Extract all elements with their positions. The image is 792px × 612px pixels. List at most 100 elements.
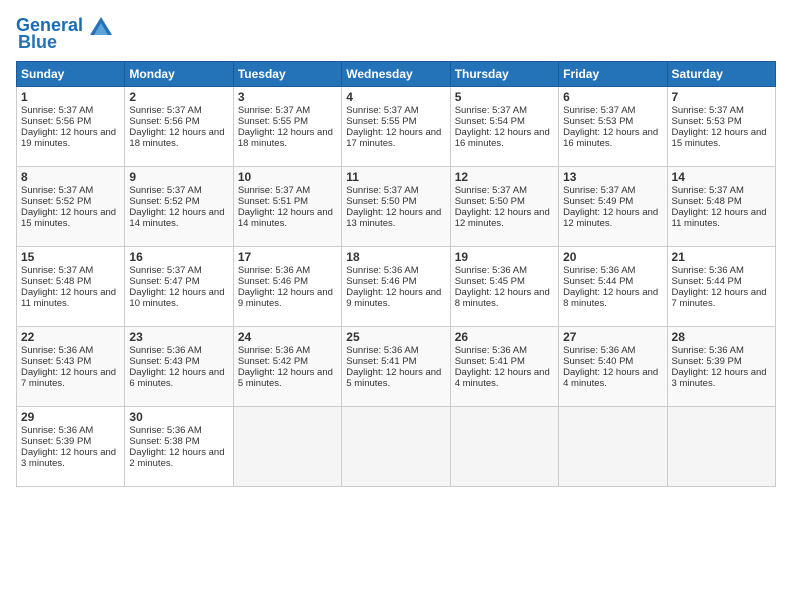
day-number: 29 bbox=[21, 410, 120, 424]
sunrise-text: Sunrise: 5:36 AM bbox=[129, 425, 201, 436]
calendar-cell: 29Sunrise: 5:36 AMSunset: 5:39 PMDayligh… bbox=[17, 406, 125, 486]
day-number: 1 bbox=[21, 90, 120, 104]
calendar-cell: 10Sunrise: 5:37 AMSunset: 5:51 PMDayligh… bbox=[233, 166, 341, 246]
day-number: 17 bbox=[238, 250, 337, 264]
daylight-text: Daylight: 12 hours and 12 minutes. bbox=[563, 207, 658, 229]
sunset-text: Sunset: 5:40 PM bbox=[563, 356, 633, 367]
sunset-text: Sunset: 5:50 PM bbox=[346, 196, 416, 207]
calendar-cell: 4Sunrise: 5:37 AMSunset: 5:55 PMDaylight… bbox=[342, 86, 450, 166]
sunrise-text: Sunrise: 5:37 AM bbox=[21, 185, 93, 196]
sunrise-text: Sunrise: 5:36 AM bbox=[672, 265, 744, 276]
sunset-text: Sunset: 5:46 PM bbox=[238, 276, 308, 287]
daylight-text: Daylight: 12 hours and 15 minutes. bbox=[21, 207, 116, 229]
calendar-week-3: 15Sunrise: 5:37 AMSunset: 5:48 PMDayligh… bbox=[17, 246, 776, 326]
calendar-cell: 27Sunrise: 5:36 AMSunset: 5:40 PMDayligh… bbox=[559, 326, 667, 406]
day-number: 12 bbox=[455, 170, 554, 184]
sunrise-text: Sunrise: 5:37 AM bbox=[563, 185, 635, 196]
daylight-text: Daylight: 12 hours and 12 minutes. bbox=[455, 207, 550, 229]
sunrise-text: Sunrise: 5:37 AM bbox=[672, 105, 744, 116]
daylight-text: Daylight: 12 hours and 5 minutes. bbox=[346, 367, 441, 389]
sunset-text: Sunset: 5:51 PM bbox=[238, 196, 308, 207]
calendar-cell: 30Sunrise: 5:36 AMSunset: 5:38 PMDayligh… bbox=[125, 406, 233, 486]
logo: General Blue bbox=[16, 16, 112, 53]
daylight-text: Daylight: 12 hours and 14 minutes. bbox=[129, 207, 224, 229]
sunrise-text: Sunrise: 5:36 AM bbox=[21, 345, 93, 356]
header-sunday: Sunday bbox=[17, 61, 125, 86]
daylight-text: Daylight: 12 hours and 19 minutes. bbox=[21, 127, 116, 149]
calendar-cell bbox=[559, 406, 667, 486]
day-number: 21 bbox=[672, 250, 771, 264]
day-number: 30 bbox=[129, 410, 228, 424]
sunrise-text: Sunrise: 5:36 AM bbox=[455, 345, 527, 356]
calendar-cell: 15Sunrise: 5:37 AMSunset: 5:48 PMDayligh… bbox=[17, 246, 125, 326]
calendar-cell: 24Sunrise: 5:36 AMSunset: 5:42 PMDayligh… bbox=[233, 326, 341, 406]
header-wednesday: Wednesday bbox=[342, 61, 450, 86]
sunset-text: Sunset: 5:48 PM bbox=[21, 276, 91, 287]
calendar-cell: 7Sunrise: 5:37 AMSunset: 5:53 PMDaylight… bbox=[667, 86, 775, 166]
day-number: 14 bbox=[672, 170, 771, 184]
header-friday: Friday bbox=[559, 61, 667, 86]
daylight-text: Daylight: 12 hours and 2 minutes. bbox=[129, 447, 224, 469]
daylight-text: Daylight: 12 hours and 4 minutes. bbox=[455, 367, 550, 389]
calendar-cell bbox=[233, 406, 341, 486]
daylight-text: Daylight: 12 hours and 13 minutes. bbox=[346, 207, 441, 229]
daylight-text: Daylight: 12 hours and 4 minutes. bbox=[563, 367, 658, 389]
sunset-text: Sunset: 5:43 PM bbox=[129, 356, 199, 367]
sunrise-text: Sunrise: 5:37 AM bbox=[129, 105, 201, 116]
day-number: 20 bbox=[563, 250, 662, 264]
day-number: 23 bbox=[129, 330, 228, 344]
daylight-text: Daylight: 12 hours and 3 minutes. bbox=[672, 367, 767, 389]
daylight-text: Daylight: 12 hours and 18 minutes. bbox=[129, 127, 224, 149]
sunset-text: Sunset: 5:49 PM bbox=[563, 196, 633, 207]
sunset-text: Sunset: 5:41 PM bbox=[455, 356, 525, 367]
day-number: 16 bbox=[129, 250, 228, 264]
sunset-text: Sunset: 5:39 PM bbox=[672, 356, 742, 367]
day-number: 2 bbox=[129, 90, 228, 104]
daylight-text: Daylight: 12 hours and 8 minutes. bbox=[455, 287, 550, 309]
logo-blue: Blue bbox=[18, 32, 57, 53]
sunset-text: Sunset: 5:45 PM bbox=[455, 276, 525, 287]
day-number: 4 bbox=[346, 90, 445, 104]
sunset-text: Sunset: 5:44 PM bbox=[672, 276, 742, 287]
day-number: 27 bbox=[563, 330, 662, 344]
day-number: 9 bbox=[129, 170, 228, 184]
daylight-text: Daylight: 12 hours and 10 minutes. bbox=[129, 287, 224, 309]
sunrise-text: Sunrise: 5:37 AM bbox=[21, 265, 93, 276]
calendar-cell: 18Sunrise: 5:36 AMSunset: 5:46 PMDayligh… bbox=[342, 246, 450, 326]
header-thursday: Thursday bbox=[450, 61, 558, 86]
day-number: 15 bbox=[21, 250, 120, 264]
sunset-text: Sunset: 5:39 PM bbox=[21, 436, 91, 447]
day-number: 6 bbox=[563, 90, 662, 104]
sunset-text: Sunset: 5:55 PM bbox=[238, 116, 308, 127]
day-number: 5 bbox=[455, 90, 554, 104]
sunrise-text: Sunrise: 5:36 AM bbox=[563, 345, 635, 356]
calendar-cell: 3Sunrise: 5:37 AMSunset: 5:55 PMDaylight… bbox=[233, 86, 341, 166]
sunset-text: Sunset: 5:38 PM bbox=[129, 436, 199, 447]
day-number: 13 bbox=[563, 170, 662, 184]
daylight-text: Daylight: 12 hours and 14 minutes. bbox=[238, 207, 333, 229]
day-number: 11 bbox=[346, 170, 445, 184]
header-saturday: Saturday bbox=[667, 61, 775, 86]
sunset-text: Sunset: 5:43 PM bbox=[21, 356, 91, 367]
sunset-text: Sunset: 5:56 PM bbox=[129, 116, 199, 127]
calendar-cell: 9Sunrise: 5:37 AMSunset: 5:52 PMDaylight… bbox=[125, 166, 233, 246]
calendar-cell: 21Sunrise: 5:36 AMSunset: 5:44 PMDayligh… bbox=[667, 246, 775, 326]
calendar-cell: 5Sunrise: 5:37 AMSunset: 5:54 PMDaylight… bbox=[450, 86, 558, 166]
sunset-text: Sunset: 5:56 PM bbox=[21, 116, 91, 127]
sunrise-text: Sunrise: 5:37 AM bbox=[238, 105, 310, 116]
day-number: 24 bbox=[238, 330, 337, 344]
sunset-text: Sunset: 5:55 PM bbox=[346, 116, 416, 127]
sunrise-text: Sunrise: 5:37 AM bbox=[455, 185, 527, 196]
sunrise-text: Sunrise: 5:37 AM bbox=[672, 185, 744, 196]
sunset-text: Sunset: 5:54 PM bbox=[455, 116, 525, 127]
calendar-cell: 17Sunrise: 5:36 AMSunset: 5:46 PMDayligh… bbox=[233, 246, 341, 326]
daylight-text: Daylight: 12 hours and 9 minutes. bbox=[346, 287, 441, 309]
sunset-text: Sunset: 5:50 PM bbox=[455, 196, 525, 207]
sunrise-text: Sunrise: 5:37 AM bbox=[129, 185, 201, 196]
sunset-text: Sunset: 5:53 PM bbox=[563, 116, 633, 127]
sunrise-text: Sunrise: 5:37 AM bbox=[346, 185, 418, 196]
calendar-table: SundayMondayTuesdayWednesdayThursdayFrid… bbox=[16, 61, 776, 487]
calendar-cell: 11Sunrise: 5:37 AMSunset: 5:50 PMDayligh… bbox=[342, 166, 450, 246]
sunrise-text: Sunrise: 5:37 AM bbox=[129, 265, 201, 276]
day-number: 10 bbox=[238, 170, 337, 184]
